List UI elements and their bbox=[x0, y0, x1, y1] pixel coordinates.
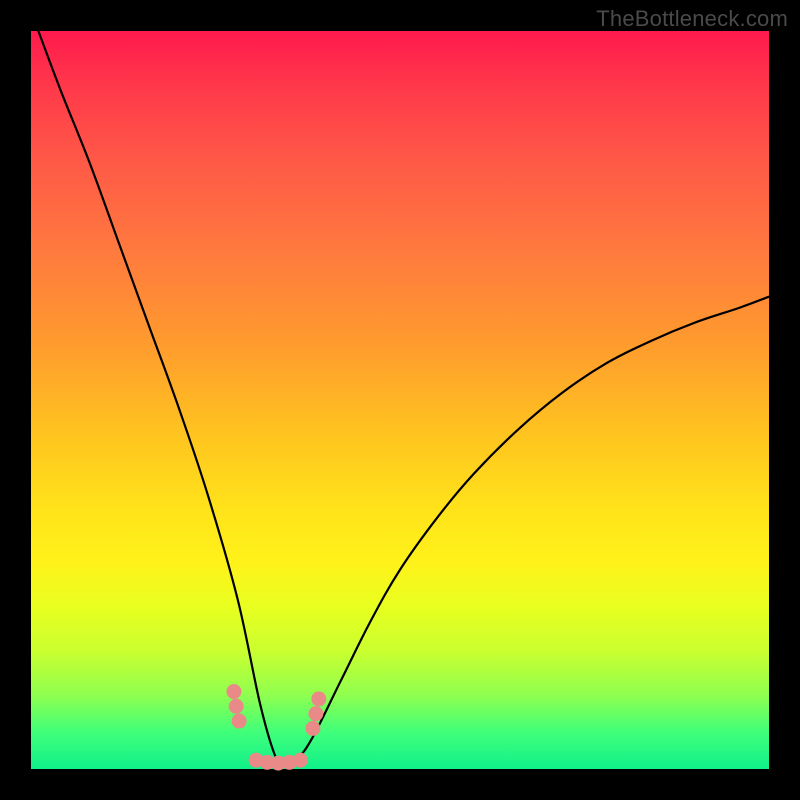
marker-dot bbox=[311, 691, 326, 706]
flat-region-markers bbox=[226, 684, 326, 771]
marker-dot bbox=[308, 706, 323, 721]
plot-area bbox=[31, 31, 769, 769]
bottleneck-curve bbox=[38, 31, 769, 762]
marker-dot bbox=[232, 714, 247, 729]
bottleneck-chart-svg bbox=[31, 31, 769, 769]
marker-dot bbox=[229, 699, 244, 714]
chart-frame: TheBottleneck.com bbox=[0, 0, 800, 800]
marker-dot bbox=[305, 721, 320, 736]
watermark-label: TheBottleneck.com bbox=[596, 6, 788, 32]
marker-dot bbox=[226, 684, 241, 699]
marker-dot bbox=[293, 753, 308, 768]
